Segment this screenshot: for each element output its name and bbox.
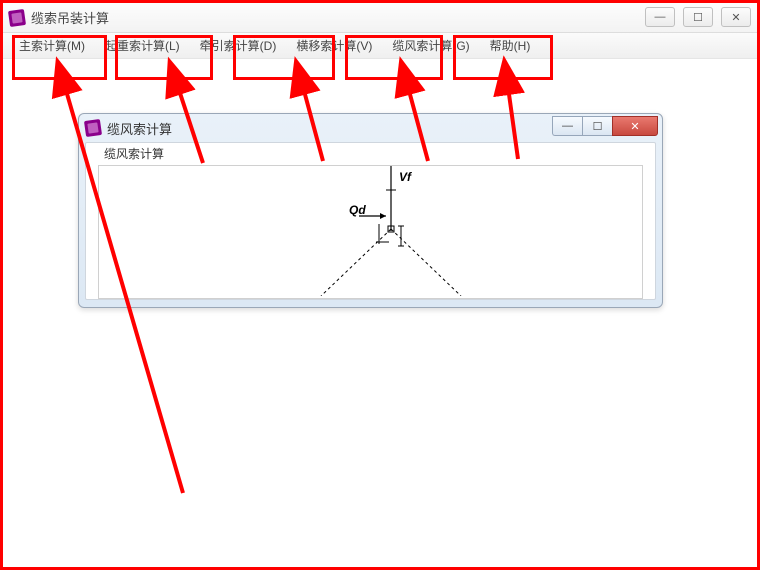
child-window-controls: — ☐ ✕ (552, 116, 658, 136)
menu-lifting-cable[interactable]: 起重索计算(L) (95, 33, 190, 58)
main-application-window: 缆索吊装计算 — ☐ ✕ 主索计算(M) 起重索计算(L) 牵引索计算(D) 横… (3, 3, 757, 567)
child-maximize-button[interactable]: ☐ (582, 116, 612, 136)
child-content-panel: 缆风索计算 Vf Qd (85, 142, 656, 300)
main-titlebar: 缆索吊装计算 — ☐ ✕ (3, 3, 757, 33)
child-title-text: 缆风索计算 (107, 119, 172, 138)
maximize-button[interactable]: ☐ (683, 7, 713, 27)
child-titlebar: 缆风索计算 — ☐ ✕ (79, 114, 662, 142)
menu-wind-cable[interactable]: 缆风索计算(G) (382, 33, 479, 58)
menu-main-cable[interactable]: 主索计算(M) (9, 33, 95, 58)
app-icon (8, 8, 26, 26)
child-app-icon (84, 119, 102, 137)
diagram-label-qd: Qd (349, 203, 366, 217)
menu-help[interactable]: 帮助(H) (480, 33, 541, 58)
diagram-label-vf: Vf (399, 170, 412, 184)
groupbox-label: 缆风索计算 (102, 145, 166, 162)
child-close-button[interactable]: ✕ (612, 116, 658, 136)
main-window-controls: — ☐ ✕ (645, 7, 751, 27)
minimize-button[interactable]: — (645, 7, 675, 27)
diagram-panel: Vf Qd (98, 165, 643, 299)
child-window-wind-cable: 缆风索计算 — ☐ ✕ 缆风索计算 Vf (78, 113, 663, 308)
menu-transverse-cable[interactable]: 横移索计算(V) (286, 33, 382, 58)
main-content-area: 缆风索计算 — ☐ ✕ 缆风索计算 Vf (3, 59, 757, 567)
menu-traction-cable[interactable]: 牵引索计算(D) (190, 33, 287, 58)
close-button[interactable]: ✕ (721, 7, 751, 27)
main-title-text: 缆索吊装计算 (31, 8, 109, 27)
wind-cable-diagram: Vf Qd (271, 166, 471, 296)
menubar: 主索计算(M) 起重索计算(L) 牵引索计算(D) 横移索计算(V) 缆风索计算… (3, 33, 757, 59)
child-minimize-button[interactable]: — (552, 116, 582, 136)
